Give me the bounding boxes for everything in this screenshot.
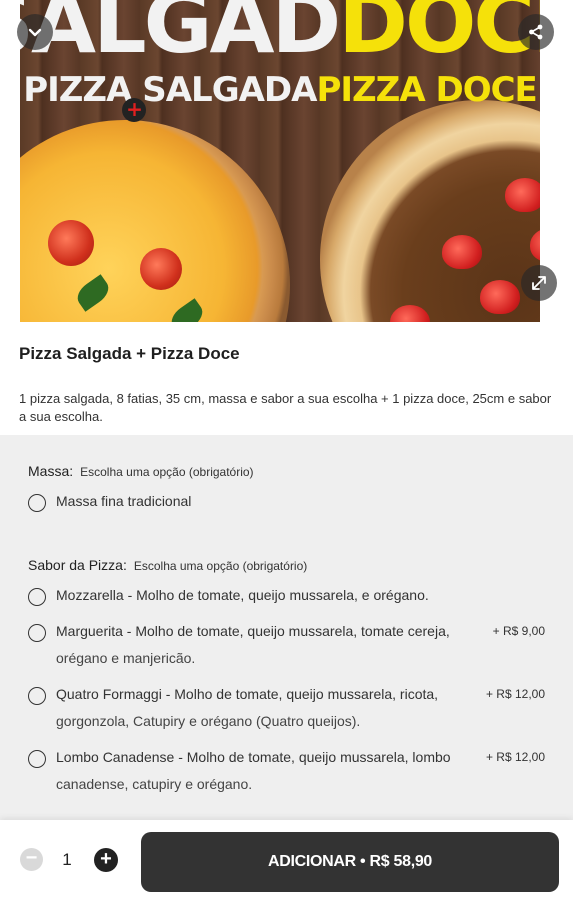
sabor-option-line2: orégano e manjericão. [56,650,196,666]
hero-title-doce: DOCE [338,0,540,72]
increase-quantity-button[interactable]: + [94,848,118,872]
product-name: Pizza Salgada + Pizza Doce [19,344,240,363]
hero-subtitle-plus: + [122,98,146,122]
sabor-option-label: Mozzarella - Molho de tomate, queijo mus… [56,582,429,609]
sabor-option-line2: gorgonzola, Catupiry e orégano (Quatro q… [56,713,361,729]
expand-image-button[interactable] [521,265,557,301]
sabor-option-price: + R$ 9,00 [492,624,545,638]
sabor-option-mozzarella[interactable]: Mozzarella - Molho de tomate, queijo mus… [28,587,545,609]
sabor-option-label: Marguerita - Molho de tomate, queijo mus… [56,618,450,672]
tomato-topping [140,248,182,290]
quantity-value: 1 [62,850,72,869]
sabor-option-label: Quatro Formaggi - Molho de tomate, queij… [56,681,438,735]
massa-option-label: Massa fina tradicional [56,493,192,509]
sabor-option-line1: Mozzarella - Molho de tomate, queijo mus… [56,587,429,603]
decrease-quantity-button[interactable]: − [20,848,43,871]
sabor-option-label: Lombo Canadense - Molho de tomate, queij… [56,744,451,798]
tomato-topping [48,220,94,266]
hero-title-salgad: SALGAD [20,0,341,72]
product-info: Pizza Salgada + Pizza Doce 1 pizza salga… [0,322,573,426]
expand-icon [532,276,546,290]
sabor-group: Sabor da Pizza: Escolha uma opção (obrig… [28,557,545,798]
strawberry-topping [480,280,520,314]
product-image[interactable]: SALGADDOCE PIZZA SALGADA+ PIZZA DOCE [20,0,540,322]
sabor-option-line1: Quatro Formaggi - Molho de tomate, queij… [56,686,439,702]
radio-button[interactable] [28,624,46,642]
hero-subtitle-salgada: PIZZA SALGADA [23,70,317,110]
sabor-option-marguerita[interactable]: Marguerita - Molho de tomate, queijo mus… [28,623,545,672]
sabor-group-title: Sabor da Pizza: [28,557,127,573]
massa-group: Massa: Escolha uma opção (obrigatório) M… [28,463,545,515]
hero-subtitle-doce: PIZZA DOCE [316,70,537,110]
strawberry-topping [390,305,430,322]
sabor-group-requirement: Escolha uma opção (obrigatório) [133,559,308,573]
product-hero: SALGADDOCE PIZZA SALGADA+ PIZZA DOCE [0,0,573,322]
sabor-option-price: + R$ 12,00 [485,687,545,701]
strawberry-topping [442,235,482,269]
radio-button[interactable] [28,750,46,768]
sabor-option-lombo-canadense[interactable]: Lombo Canadense - Molho de tomate, queij… [28,749,545,798]
sabor-group-header: Sabor da Pizza: Escolha uma opção (obrig… [28,557,545,573]
hero-subtitle: PIZZA SALGADA + PIZZA DOCE [20,70,540,122]
pizza-doce-image [320,100,540,322]
massa-group-header: Massa: Escolha uma opção (obrigatório) [28,463,545,479]
chevron-down-icon [28,28,42,37]
strawberry-topping [505,178,540,212]
massa-group-requirement: Escolha uma opção (obrigatório) [80,465,254,479]
product-description: 1 pizza salgada, 8 fatias, 35 cm, massa … [19,391,552,424]
sabor-option-line1: Marguerita - Molho de tomate, queijo mus… [56,623,450,639]
massa-group-title: Massa: [28,463,74,479]
basil-leaf [72,274,114,312]
radio-button[interactable] [28,588,46,606]
radio-button[interactable] [28,494,46,512]
add-to-cart-button[interactable]: ADICIONAR • R$ 58,90 [141,832,559,892]
sabor-option-line2: canadense, catupiry e orégano. [56,776,253,792]
basil-leaf [166,298,208,322]
share-button[interactable] [518,14,554,50]
massa-option[interactable]: Massa fina tradicional [28,493,545,515]
sabor-option-line1: Lombo Canadense - Molho de tomate, queij… [56,749,451,765]
sabor-option-quatro-formaggi[interactable]: Quatro Formaggi - Molho de tomate, queij… [28,686,545,735]
options-panel: Massa: Escolha uma opção (obrigatório) M… [0,435,573,820]
strawberry-topping [530,228,540,262]
radio-button[interactable] [28,687,46,705]
back-button[interactable] [17,14,53,50]
hero-title: SALGADDOCE [20,0,540,68]
share-icon [529,24,543,40]
sabor-option-price: + R$ 12,00 [485,750,545,764]
pizza-salgada-image [20,120,290,322]
bottom-bar: − 1 + ADICIONAR • R$ 58,90 [0,820,573,900]
